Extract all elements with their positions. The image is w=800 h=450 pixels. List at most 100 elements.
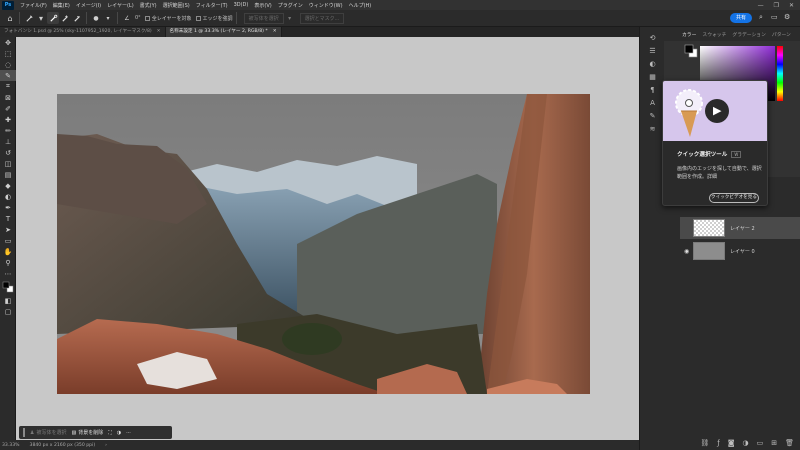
trash-icon[interactable]: 🗑 <box>785 439 794 447</box>
menu-image[interactable]: イメージ(I) <box>73 2 104 9</box>
tab-color[interactable]: カラー <box>682 31 696 38</box>
more-tools-icon[interactable]: ⋯ <box>0 268 16 279</box>
menu-3d[interactable]: 3D(D) <box>231 2 252 8</box>
history-icon[interactable]: ⟲ <box>640 31 665 44</box>
layer-name: レイヤー 0 <box>730 248 755 255</box>
quick-select-tool-icon[interactable]: ✎ <box>0 70 16 81</box>
more-options-icon[interactable]: ⋯ <box>126 430 131 436</box>
adjustment-layer-icon[interactable]: ◑ <box>743 439 749 447</box>
dodge-tool-icon[interactable]: ◐ <box>0 191 16 202</box>
play-icon[interactable]: ▶ <box>713 104 721 117</box>
menu-plugins[interactable]: プラグイン <box>275 2 306 9</box>
tab-gradients[interactable]: グラデーション <box>732 31 765 38</box>
checkbox-box[interactable] <box>195 15 201 21</box>
document-tabs: フォトバンシ 1.psd @ 25% (sky-1107952_1920, レイ… <box>0 27 639 37</box>
tab-document-1[interactable]: フォトバンシ 1.psd @ 25% (sky-1107952_1920, レイ… <box>0 27 166 37</box>
transform-icon[interactable]: ⛶ <box>108 430 112 436</box>
healing-tool-icon[interactable]: ✚ <box>0 114 16 125</box>
drag-handle[interactable] <box>23 428 25 437</box>
properties-icon[interactable]: ☰ <box>640 44 665 57</box>
gear-icon[interactable]: ⚙ <box>784 13 790 21</box>
eraser-tool-icon[interactable]: ◫ <box>0 158 16 169</box>
eye-icon[interactable]: ◉ <box>684 248 689 255</box>
quick-select-tool-icon[interactable] <box>23 12 35 24</box>
select-subject-button[interactable]: 被写体を選択 <box>243 12 284 24</box>
menu-edit[interactable]: 編集(E) <box>50 2 73 9</box>
move-tool-icon[interactable]: ✥ <box>0 37 16 48</box>
menu-help[interactable]: ヘルプ(H) <box>346 2 375 9</box>
lasso-tool-icon[interactable]: ◌ <box>0 59 16 70</box>
type-tool-icon[interactable]: T <box>0 213 16 224</box>
zoom-tool-icon[interactable]: ⚲ <box>0 257 16 268</box>
home-icon[interactable]: ⌂ <box>4 12 16 24</box>
document-info[interactable]: 3840 px x 2160 px (350 ppi) <box>30 443 96 448</box>
select-subject-button[interactable]: ♟ 被写体を選択 <box>30 429 67 437</box>
history-brush-icon[interactable]: ↺ <box>0 147 16 158</box>
canvas-area[interactable] <box>16 37 639 440</box>
search-icon[interactable]: ⌕ <box>759 13 763 22</box>
shortcut-badge: W <box>731 150 742 158</box>
menu-view[interactable]: 表示(V) <box>251 2 274 9</box>
pen-tool-icon[interactable]: ✒ <box>0 202 16 213</box>
quick-mask-icon[interactable]: ◧ <box>0 295 16 306</box>
screen-mode-icon[interactable]: ▢ <box>0 306 16 317</box>
chevron-down-icon[interactable]: ▾ <box>102 12 114 24</box>
color-swatches-icon[interactable] <box>0 279 16 295</box>
subtract-selection-icon[interactable] <box>71 12 83 24</box>
menu-filter[interactable]: フィルター(T) <box>193 2 231 9</box>
menu-window[interactable]: ウィンドウ(W) <box>306 2 346 9</box>
sample-all-layers-checkbox[interactable]: 全レイヤーを対象 <box>144 15 192 22</box>
document-canvas[interactable] <box>57 94 590 394</box>
share-button[interactable]: 共有 <box>730 13 752 23</box>
chevron-right-icon[interactable]: › <box>105 443 107 448</box>
close-icon[interactable]: ✕ <box>273 27 277 37</box>
eyedropper-tool-icon[interactable]: ✐ <box>0 103 16 114</box>
maximize-button[interactable]: ❐ <box>774 2 779 9</box>
layer-row[interactable]: レイヤー 2 <box>680 217 800 239</box>
menu-select[interactable]: 選択範囲(S) <box>160 2 193 9</box>
add-selection-icon[interactable] <box>59 12 71 24</box>
select-and-mask-button[interactable]: 選択とマスク... <box>299 12 345 24</box>
close-icon[interactable]: ✕ <box>157 27 161 37</box>
shape-tool-icon[interactable]: ▭ <box>0 235 16 246</box>
new-selection-icon[interactable] <box>47 12 59 24</box>
frame-tool-icon[interactable]: ⊠ <box>0 92 16 103</box>
chevron-down-icon[interactable]: ▾ <box>284 12 296 24</box>
remove-background-button[interactable]: ▨ 背景を削除 <box>72 429 104 437</box>
tab-patterns[interactable]: パターン <box>772 31 791 38</box>
brush-tool-icon[interactable]: ✏ <box>0 125 16 136</box>
watch-video-button[interactable]: クイックビデオを見る <box>709 193 759 203</box>
stamp-tool-icon[interactable]: ⊥ <box>0 136 16 147</box>
foreground-background-swatches[interactable] <box>684 44 698 58</box>
tab-document-2[interactable]: 名称未設定 1 @ 33.3% (レイヤー 2, RGB/8) * ✕ <box>165 27 282 37</box>
workspace-icon[interactable]: ▭ <box>771 13 778 21</box>
close-window-button[interactable]: ✕ <box>789 2 794 9</box>
group-icon[interactable]: ▭ <box>757 439 764 447</box>
adjustments-icon[interactable]: ◐ <box>640 57 665 70</box>
zoom-level[interactable]: 33.33% <box>2 443 20 448</box>
menu-layer[interactable]: レイヤー(L) <box>104 2 137 9</box>
crop-tool-icon[interactable]: ⌗ <box>0 81 16 92</box>
chevron-down-icon[interactable]: ▾ <box>35 12 47 24</box>
angle-field[interactable]: 0° <box>135 15 141 21</box>
menu-type[interactable]: 書式(Y) <box>137 2 160 9</box>
blur-tool-icon[interactable]: ◆ <box>0 180 16 191</box>
new-layer-icon[interactable]: ⊞ <box>771 439 777 447</box>
marquee-tool-icon[interactable]: ⬚ <box>0 48 16 59</box>
gradient-tool-icon[interactable]: ▤ <box>0 169 16 180</box>
tooltip-video-preview[interactable]: ▶ <box>663 81 767 141</box>
mask-icon[interactable]: ◙ <box>728 439 735 447</box>
brush-size-icon[interactable]: ● <box>90 12 102 24</box>
menu-file[interactable]: ファイル(F) <box>17 2 50 9</box>
path-select-icon[interactable]: ➤ <box>0 224 16 235</box>
adjust-icon[interactable]: ◑ <box>117 430 121 436</box>
hue-slider[interactable] <box>777 46 783 101</box>
hand-tool-icon[interactable]: ✋ <box>0 246 16 257</box>
checkbox-box[interactable] <box>144 15 150 21</box>
fx-icon[interactable]: ƒ <box>717 439 719 447</box>
layer-row[interactable]: ◉ レイヤー 0 <box>680 240 800 262</box>
link-layers-icon[interactable]: ⛓ <box>700 439 709 447</box>
tab-swatches[interactable]: スウォッチ <box>702 31 726 38</box>
minimize-button[interactable]: — <box>758 2 764 9</box>
enhance-edge-checkbox[interactable]: エッジを強調 <box>195 15 233 22</box>
